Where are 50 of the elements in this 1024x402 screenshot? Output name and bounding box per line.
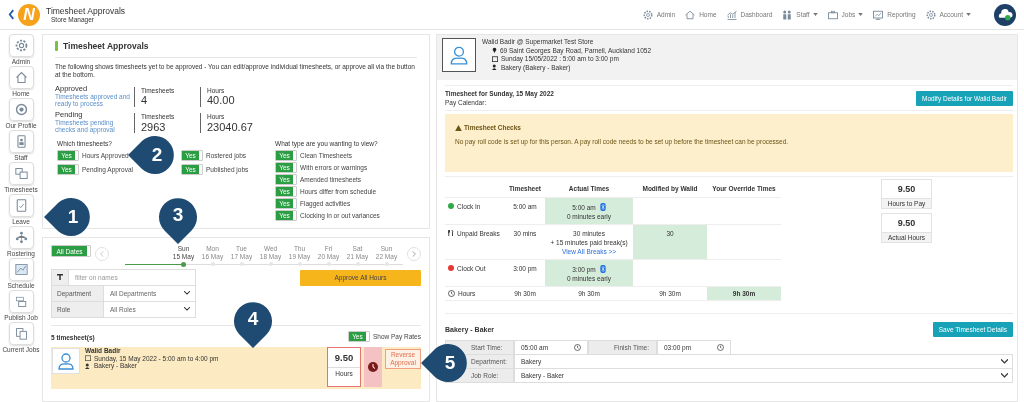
callout-marker: 5 <box>421 344 469 382</box>
hours-value: 9.50 <box>334 351 354 363</box>
clock-icon <box>448 290 455 297</box>
card-title: Timesheet Approvals <box>63 41 149 51</box>
gear-icon <box>641 8 654 21</box>
timesheets-icon <box>12 165 30 182</box>
page-title: Timesheet Approvals <box>46 6 126 16</box>
schedule-icon <box>12 261 30 278</box>
people-icon <box>781 8 794 21</box>
chart-icon <box>725 8 738 21</box>
location-pin-icon <box>492 47 497 53</box>
back-icon[interactable] <box>8 9 15 20</box>
stat-value: 2963 <box>141 120 167 134</box>
bluetooth-icon <box>599 265 606 273</box>
stat-value: 23040.67 <box>207 120 254 134</box>
clock-icon <box>368 361 378 372</box>
warning-icon <box>455 124 462 131</box>
callout-marker: 3 <box>159 196 197 244</box>
caret-icon <box>858 13 864 16</box>
caret-icon <box>812 13 818 16</box>
status-dot-icon <box>448 265 454 271</box>
caret-icon <box>966 13 971 16</box>
calendar-icon <box>492 55 498 62</box>
person-icon <box>56 350 76 371</box>
filter-icon <box>57 274 63 281</box>
stat-value: 4 <box>141 94 149 107</box>
cloud-icon[interactable] <box>994 3 1016 26</box>
callout-marker: 1 <box>44 198 92 236</box>
gear-icon <box>924 8 937 21</box>
total-value: 9.50 <box>897 183 916 196</box>
bluetooth-icon <box>599 203 606 211</box>
calendar-icon <box>85 355 91 362</box>
chevron-right-icon <box>412 251 416 258</box>
clock-icon <box>574 344 581 351</box>
person-icon <box>448 44 470 66</box>
callout-marker: 4 <box>234 300 272 348</box>
logo-mark: N <box>18 3 40 26</box>
user-icon <box>85 363 91 370</box>
stat-value: 40.00 <box>207 94 236 107</box>
chevron-down-icon <box>1001 359 1008 364</box>
chevron-down-icon <box>1001 373 1008 378</box>
total-value: 9.50 <box>897 217 916 230</box>
clock-icon <box>717 344 724 351</box>
status-dot-icon <box>448 203 454 209</box>
monitor-icon <box>872 8 885 21</box>
chevron-left-icon <box>100 251 104 258</box>
cutlery-icon <box>448 230 454 236</box>
home-icon <box>684 8 697 21</box>
user-icon <box>492 64 498 70</box>
briefcase-icon <box>826 8 839 21</box>
